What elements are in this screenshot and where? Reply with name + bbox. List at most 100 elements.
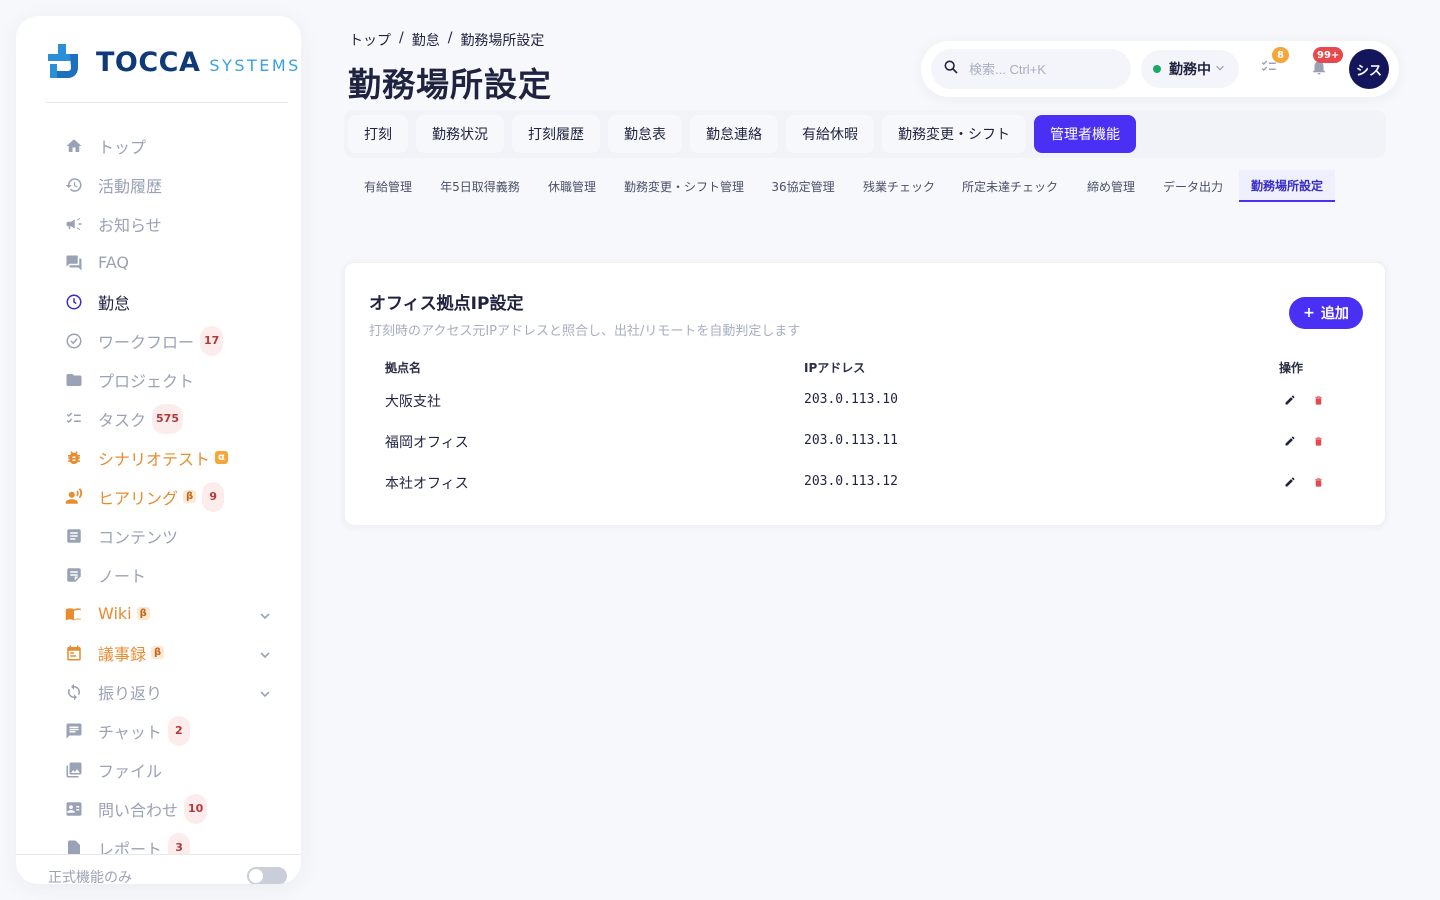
plus-icon: + [1303,305,1315,321]
office-ip-card: オフィス拠点IP設定 打刻時のアクセス元IPアドレスと照合し、出社/リモートを自… [344,262,1386,526]
breadcrumb: トップ / 勤怠 / 勤務場所設定 [349,30,544,50]
check-circle-icon [64,331,84,351]
search-input[interactable] [969,61,1119,77]
sidebar-item-label: ファイル [98,761,163,781]
count-badge: 17 [200,325,224,356]
tasks-button[interactable]: 8 [1257,47,1289,81]
subtab-data-export[interactable]: データ出力 [1154,170,1232,202]
breadcrumb-separator: / [399,30,404,46]
location-name: 福岡オフィス [385,435,469,451]
edit-icon[interactable] [1282,392,1298,408]
work-status-dropdown[interactable]: 勤務中 [1141,50,1239,88]
search-box[interactable] [931,49,1131,89]
sidebar-item-chat[interactable]: チャット 2 [16,711,301,750]
subtab-work-location[interactable]: 勤務場所設定 [1239,170,1335,202]
sidebar-item-scenario-test[interactable]: シナリオテスト α [16,438,301,477]
subtab-five-day-obligation[interactable]: 年5日取得義務 [432,170,528,202]
sidebar-item-news[interactable]: お知らせ [16,204,301,243]
sidebar-item-label: お知らせ [98,215,162,235]
notifications-count-badge: 99+ [1313,47,1344,63]
tab-shift-change[interactable]: 勤務変更・シフト [882,115,1026,153]
sidebar-item-wiki[interactable]: Wiki β [16,594,301,633]
sidebar-item-note[interactable]: ノート [16,555,301,594]
subtab-shift-management[interactable]: 勤務変更・シフト管理 [616,170,752,202]
sidebar-item-project[interactable]: プロジェクト [16,360,301,399]
add-button[interactable]: + 追加 [1289,297,1363,329]
sidebar-item-workflow[interactable]: ワークフロー 17 [16,321,301,360]
tab-attendance-contact[interactable]: 勤怠連絡 [690,115,778,153]
table-row: 大阪支社 203.0.113.10 [345,387,1385,428]
subtab-shortfall-check[interactable]: 所定未達チェック [952,170,1068,202]
sidebar-nav: トップ 活動履歴 お知らせ FAQ 勤怠 ワークフロー 17 プロジェクト タス… [16,126,301,854]
ip-address: 203.0.113.12 [804,474,898,489]
beta-tag: β [183,490,197,503]
tab-punch-history[interactable]: 打刻履歴 [512,115,600,153]
refresh-icon [64,682,84,702]
clock-icon [64,292,84,312]
chevron-down-icon[interactable] [259,685,271,704]
subtab-leave-of-absence[interactable]: 休職管理 [536,170,608,202]
sidebar-item-faq[interactable]: FAQ [16,243,301,282]
forum-icon [64,253,84,273]
count-badge: 2 [167,715,190,746]
folder-icon [64,370,84,390]
logo-mark-icon [48,44,84,80]
notifications-button[interactable]: 99+ [1307,47,1344,81]
sidebar-item-file[interactable]: ファイル [16,750,301,789]
sidebar-item-attendance[interactable]: 勤怠 [16,282,301,321]
sidebar-item-history[interactable]: 活動履歴 [16,165,301,204]
tab-paid-leave[interactable]: 有給休暇 [786,115,874,153]
delete-icon[interactable] [1310,392,1326,408]
breadcrumb-item[interactable]: 勤怠 [412,30,440,50]
tab-punch[interactable]: 打刻 [348,115,408,153]
brand-suffix: SYSTEMS [209,55,301,75]
page-title: 勤務場所設定 [348,65,552,104]
alpha-tag: α [215,451,228,464]
column-header-actions: 操作 [1279,361,1304,375]
subtab-closing[interactable]: 締め管理 [1076,170,1146,202]
article-icon [64,526,84,546]
sidebar-item-task[interactable]: タスク 575 [16,399,301,438]
tab-timesheet[interactable]: 勤怠表 [608,115,682,153]
sidebar-footer: 正式機能のみ [16,854,301,884]
tasks-count-badge: 8 [1272,47,1289,63]
official-only-toggle[interactable] [247,867,287,884]
sidebar-item-top[interactable]: トップ [16,126,301,165]
contact-card-icon [64,799,84,819]
avatar[interactable]: シス [1349,49,1389,89]
sidebar-item-label: ワークフロー [98,332,195,352]
sidebar-item-label: トップ [98,137,147,157]
tab-admin[interactable]: 管理者機能 [1034,115,1136,153]
delete-icon[interactable] [1310,474,1326,490]
sidebar-item-hearing[interactable]: ヒアリング β 9 [16,477,301,516]
sidebar-item-label: レポート [98,839,163,855]
edit-icon[interactable] [1282,433,1298,449]
logo-divider [46,102,288,103]
main-tabs: 打刻 勤務状況 打刻履歴 勤怠表 勤怠連絡 有給休暇 勤務変更・シフト 管理者機… [344,110,1386,158]
chevron-down-icon[interactable] [259,607,271,626]
delete-icon[interactable] [1310,433,1326,449]
search-icon [943,59,959,79]
sidebar-item-label: 活動履歴 [98,176,163,196]
megaphone-icon [64,214,84,234]
history-icon [64,175,84,195]
edit-icon[interactable] [1282,474,1298,490]
breadcrumb-item[interactable]: トップ [349,30,391,50]
sidebar-item-report[interactable]: レポート 3 [16,828,301,854]
location-name: 本社オフィス [385,476,469,492]
subtab-overtime-check[interactable]: 残業チェック [854,170,944,202]
ip-address: 203.0.113.10 [804,392,898,407]
subtab-paid-leave-management[interactable]: 有給管理 [352,170,424,202]
sidebar-item-contents[interactable]: コンテンツ [16,516,301,555]
sidebar-item-retrospective[interactable]: 振り返り [16,672,301,711]
logo[interactable]: TOCCA SYSTEMS [48,44,301,80]
count-badge: 10 [184,793,208,824]
sidebar-item-inquiry[interactable]: 問い合わせ 10 [16,789,301,828]
subtab-36-agreement[interactable]: 36協定管理 [760,170,846,202]
sidebar-item-label: FAQ [98,253,129,272]
sidebar: TOCCA SYSTEMS トップ 活動履歴 お知らせ FAQ 勤怠 ワークフロ… [16,16,301,884]
chevron-down-icon[interactable] [259,646,271,665]
sidebar-item-minutes[interactable]: 議事録 β [16,633,301,672]
brand-name: TOCCA [96,46,201,78]
tab-work-status[interactable]: 勤務状況 [416,115,504,153]
